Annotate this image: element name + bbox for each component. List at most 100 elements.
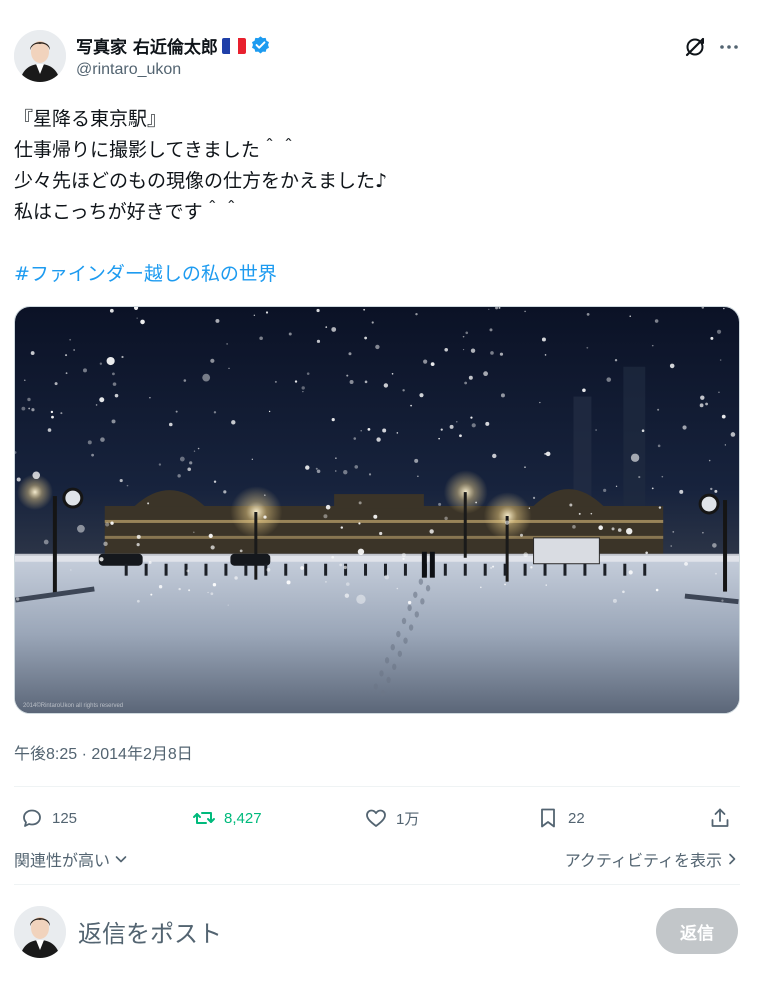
reply-input[interactable]: 返信をポスト — [78, 914, 222, 949]
snowflake — [70, 569, 72, 571]
more-icon[interactable] — [716, 34, 742, 60]
snowflake — [611, 527, 615, 531]
snowflake — [598, 525, 603, 531]
snowflake — [340, 526, 343, 529]
footprint — [397, 650, 403, 657]
snowflake — [730, 432, 736, 437]
snowflake — [231, 420, 236, 425]
snowflake — [629, 315, 631, 317]
snowflake — [622, 590, 625, 594]
snowflake — [373, 514, 378, 519]
footprint — [401, 617, 407, 625]
footprint — [425, 585, 431, 592]
bookmark-button[interactable]: 22 — [536, 804, 585, 832]
snowflake — [175, 410, 178, 413]
snowflake — [462, 348, 465, 351]
snowflake — [626, 528, 633, 535]
snowflake — [325, 326, 328, 328]
snowflake — [523, 552, 528, 557]
sort-relevance-toggle[interactable]: 関連性が高い — [14, 847, 128, 871]
reply-submit-button[interactable]: 返信 — [656, 908, 738, 954]
snowflake — [294, 380, 298, 383]
footprint — [396, 630, 401, 638]
like-button[interactable]: 1万 — [364, 804, 419, 832]
author-name-row[interactable]: 写真家 右近倫太郎 — [76, 33, 271, 58]
hashtag-link[interactable]: #ファインダー越しの私の世界 — [14, 259, 754, 290]
snowflake — [212, 583, 217, 587]
snowflake — [376, 437, 381, 442]
snowflake — [119, 478, 123, 483]
snowflake — [99, 397, 105, 403]
post-photo[interactable]: 2014©RintaroUkon all rights reserved — [14, 306, 740, 714]
snowflake — [545, 584, 547, 586]
snowflake — [183, 379, 187, 382]
snowflake — [149, 397, 151, 399]
retweet-icon — [193, 812, 215, 824]
snowflake — [323, 514, 328, 519]
footprint — [380, 689, 386, 697]
retweet-button[interactable]: 8,427 — [192, 804, 262, 832]
bollard — [304, 563, 308, 576]
snowflake — [354, 465, 359, 469]
bollard — [463, 563, 467, 576]
snowflake — [702, 531, 704, 534]
snowflake — [353, 437, 357, 440]
snowflake — [259, 336, 263, 341]
snowflake — [358, 522, 361, 525]
snowflake — [345, 582, 350, 586]
bollard — [583, 563, 587, 576]
post-line: 『星降る東京駅』 — [14, 108, 167, 130]
reply-button[interactable]: 125 — [20, 804, 77, 832]
snowflake — [419, 393, 424, 398]
snowflake — [189, 461, 193, 465]
snowflake — [672, 530, 675, 533]
snowflake — [315, 467, 318, 470]
snowflake — [654, 319, 659, 323]
share-button[interactable] — [708, 804, 732, 832]
author-handle[interactable]: @rintaro_ukon — [76, 61, 181, 79]
author-avatar[interactable] — [14, 30, 66, 82]
snowflake — [364, 380, 368, 384]
bollard — [403, 563, 407, 576]
footprint — [379, 670, 384, 677]
bollard — [483, 563, 487, 576]
reply-count: 125 — [52, 809, 78, 827]
snowflake — [658, 506, 662, 509]
bollard — [324, 563, 328, 576]
snowflake — [274, 380, 277, 383]
current-user-avatar[interactable] — [14, 906, 66, 958]
snowflake — [480, 586, 482, 589]
snowflake — [136, 543, 140, 547]
snowflake — [186, 569, 190, 573]
view-activity-link[interactable]: アクティビティを表示 — [565, 847, 738, 871]
snowflake — [499, 352, 504, 356]
snowflake — [239, 549, 243, 553]
france-flag-icon — [221, 37, 246, 54]
snowflake — [28, 407, 31, 410]
snowflake — [110, 521, 114, 525]
snowflake — [136, 534, 141, 539]
snowflake — [612, 598, 617, 603]
snowflake — [464, 381, 468, 385]
snowflake — [470, 348, 476, 353]
snowflake — [718, 391, 720, 394]
snowflake — [306, 372, 310, 375]
snowflake — [716, 329, 722, 334]
snowflake — [541, 337, 546, 342]
bollard — [164, 563, 168, 576]
snowflake — [95, 404, 98, 406]
grok-icon[interactable] — [682, 34, 708, 60]
post-timestamp[interactable]: 午後8:25 · 2014年2月8日 — [14, 740, 193, 764]
snowflake — [410, 404, 413, 407]
bollard — [144, 563, 148, 576]
snowflake — [712, 543, 717, 548]
snowflake — [91, 453, 94, 457]
snowflake — [51, 415, 54, 419]
snowflake — [371, 321, 374, 324]
verified-badge-icon[interactable] — [250, 35, 271, 56]
author-name[interactable]: 写真家 右近倫太郎 — [76, 33, 218, 58]
snowflake — [614, 359, 618, 362]
snowflake — [140, 319, 145, 325]
snowflake — [595, 429, 597, 431]
snowflake — [657, 444, 661, 448]
